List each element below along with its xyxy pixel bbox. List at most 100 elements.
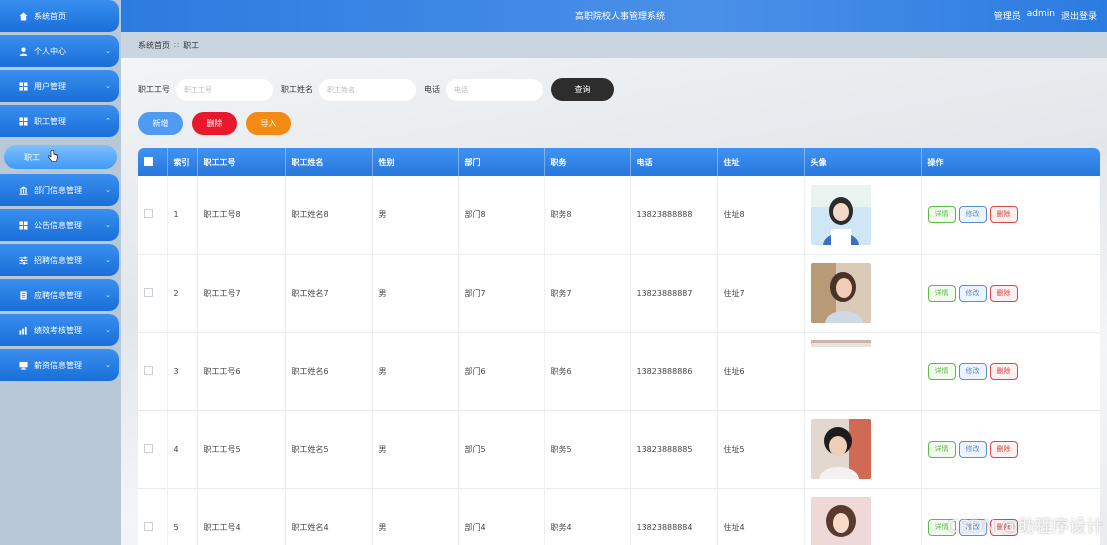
cell-gender: 男 (372, 332, 459, 410)
breadcrumb-home[interactable]: 系统首页 (138, 40, 170, 51)
table-row: 2 职工工号7 职工姓名7 男 部门7 职务7 13823888887 住址7 (138, 254, 1100, 332)
row-checkbox[interactable] (144, 443, 153, 453)
cell-dept: 部门7 (458, 254, 545, 332)
table-row: 4 职工工号5 职工姓名5 男 部门5 职务5 13823888885 住址5 (138, 410, 1100, 488)
cell-emp-no: 职工工号8 (197, 176, 286, 254)
sidebar: 系统首页 个人中心 ⌄ 用户管理 ⌄ 职工管理 ⌃ 职工 部门信息管理 ⌄ 公告… (0, 0, 121, 545)
edit-button[interactable]: 修改 (958, 206, 987, 224)
cell-dept: 部门6 (458, 332, 545, 410)
cell-position: 职务5 (544, 410, 631, 488)
sidebar-item-staff[interactable]: 职工管理 ⌃ (0, 105, 119, 137)
sidebar-item-announcements[interactable]: 公告信息管理 ⌄ (0, 209, 119, 241)
sidebar-item-label: 薪资信息管理 (34, 360, 82, 370)
edit-button[interactable]: 修改 (958, 284, 987, 302)
sidebar-item-recruitment[interactable]: 招聘信息管理 ⌄ (0, 244, 119, 276)
cell-emp-no: 职工工号7 (197, 254, 286, 332)
sidebar-item-performance[interactable]: 绩效考核管理 ⌄ (0, 314, 119, 346)
search-label-emp-no: 职工工号 (138, 85, 170, 94)
cell-address: 住址4 (717, 488, 805, 545)
sidebar-item-label: 公告信息管理 (34, 220, 82, 230)
cell-gender: 男 (372, 410, 459, 488)
chevron-up-icon: ⌃ (105, 117, 111, 125)
sidebar-item-salary[interactable]: 薪资信息管理 ⌄ (0, 349, 119, 381)
detail-button[interactable]: 详情 (927, 440, 956, 458)
column-header: 操作 (921, 148, 1100, 176)
chevron-down-icon: ⌄ (105, 291, 111, 299)
import-button[interactable]: 导入 (246, 112, 291, 135)
app-title: 高职院校人事管理系统 (575, 12, 666, 22)
emp-no-input[interactable] (176, 78, 273, 101)
column-header: 头像 (804, 148, 922, 176)
cell-phone: 13823888884 (630, 488, 718, 545)
row-checkbox[interactable] (144, 521, 153, 531)
cell-position: 职务7 (544, 254, 631, 332)
cell-emp-no: 职工工号6 (197, 332, 286, 410)
edit-button[interactable]: 修改 (958, 440, 987, 458)
user-icon (18, 46, 28, 56)
sidebar-item-personal[interactable]: 个人中心 ⌄ (0, 35, 119, 67)
edit-button[interactable]: 修改 (958, 362, 987, 380)
row-delete-button[interactable]: 删除 (989, 440, 1018, 458)
sidebar-item-label: 个人中心 (34, 46, 66, 56)
sidebar-item-label: 招聘信息管理 (34, 255, 82, 265)
cell-position: 职务4 (544, 488, 631, 545)
sidebar-item-users[interactable]: 用户管理 ⌄ (0, 70, 119, 102)
row-checkbox[interactable] (144, 209, 153, 219)
search-label-phone: 电话 (424, 85, 440, 94)
add-button[interactable]: 新增 (138, 112, 183, 135)
cell-phone: 13823888886 (630, 332, 718, 410)
breadcrumb-current: 职工 (183, 40, 200, 50)
sidebar-item-departments[interactable]: 部门信息管理 ⌄ (0, 174, 119, 206)
cell-phone: 13823888888 (630, 176, 718, 254)
monitor-icon (18, 360, 28, 370)
chevron-down-icon: ⌄ (105, 326, 111, 334)
grid-icon (18, 116, 28, 126)
user-role: 管理员 (993, 12, 1021, 22)
search-label-name: 职工姓名 (281, 85, 313, 94)
cell-name: 职工姓名4 (285, 488, 373, 545)
delete-button[interactable]: 删除 (192, 112, 237, 135)
detail-button[interactable]: 详情 (927, 284, 956, 302)
column-header: 住址 (717, 148, 805, 176)
row-delete-button[interactable]: 删除 (989, 206, 1018, 224)
chart-icon (18, 325, 28, 335)
chevron-down-icon: ⌄ (105, 82, 111, 90)
cell-dept: 部门4 (458, 488, 545, 545)
phone-input[interactable] (446, 78, 543, 101)
sidebar-item-home[interactable]: 系统首页 (0, 0, 119, 32)
sliders-icon (18, 255, 28, 265)
detail-button[interactable]: 详情 (927, 362, 956, 380)
sidebar-item-applications[interactable]: 应聘信息管理 ⌄ (0, 279, 119, 311)
column-header: 职务 (544, 148, 631, 176)
cell-name: 职工姓名8 (285, 176, 373, 254)
table-row: 1 职工工号8 职工姓名8 男 部门8 职务8 13823888888 住址8 (138, 176, 1100, 254)
cell-gender: 男 (372, 254, 459, 332)
chevron-down-icon: ⌄ (105, 361, 111, 369)
row-checkbox[interactable] (144, 365, 153, 375)
watermark: CSDN @助程序设计 (947, 517, 1103, 537)
detail-button[interactable]: 详情 (927, 206, 956, 224)
cell-emp-no: 职工工号5 (197, 410, 286, 488)
logout-link[interactable]: 退出登录 (1061, 9, 1097, 22)
sidebar-subitem-staff[interactable]: 职工 (4, 145, 117, 169)
cursor-hand-icon (48, 149, 58, 165)
name-input[interactable] (319, 78, 416, 101)
cell-phone: 13823888887 (630, 254, 718, 332)
row-delete-button[interactable]: 删除 (989, 362, 1018, 380)
cell-name: 职工姓名6 (285, 332, 373, 410)
sidebar-item-label: 职工管理 (34, 116, 66, 126)
column-header: 职工姓名 (285, 148, 373, 176)
chevron-down-icon: ⌄ (105, 47, 111, 55)
cell-gender: 男 (372, 176, 459, 254)
column-header: 索引 (167, 148, 198, 176)
cell-position: 职务6 (544, 332, 631, 410)
select-all-checkbox[interactable] (144, 156, 153, 166)
row-checkbox[interactable] (144, 287, 153, 297)
cell-name: 职工姓名7 (285, 254, 373, 332)
cell-address: 住址5 (717, 410, 805, 488)
table-header-row: 索引 职工工号 职工姓名 性别 部门 职务 电话 住址 头像 操作 (138, 148, 1100, 176)
search-button[interactable]: 查询 (551, 78, 614, 101)
document-icon (18, 290, 28, 300)
row-delete-button[interactable]: 删除 (989, 284, 1018, 302)
column-header: 职工工号 (197, 148, 286, 176)
